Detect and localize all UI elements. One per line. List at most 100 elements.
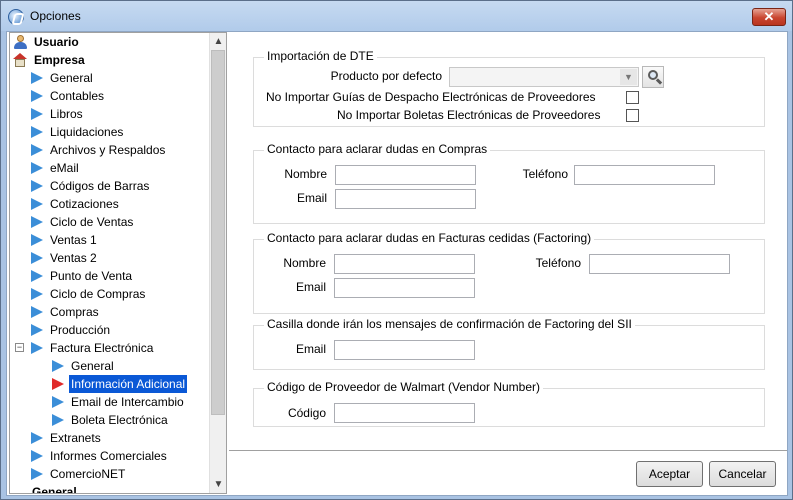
boletas-label: No Importar Boletas Electrónicas de Prov… [337, 108, 601, 122]
factoring-group-title: Contacto para aclarar dudas en Facturas … [264, 231, 595, 245]
tree-item-label: Ventas 2 [50, 251, 97, 265]
walmart-group: Código de Proveedor de Walmart (Vendor N… [253, 380, 765, 427]
producto-search-button[interactable] [642, 66, 664, 88]
compras-nombre-label: Nombre [284, 167, 327, 181]
tree-item-label: Informes Comerciales [50, 449, 167, 463]
close-button[interactable]: ✕ [752, 8, 786, 26]
arrow-right-icon [31, 450, 43, 462]
tree-item-label: General [32, 485, 77, 494]
arrow-right-icon [31, 126, 43, 138]
title-bar[interactable]: Opciones ✕ [1, 1, 792, 31]
tree-item-label: Compras [50, 305, 99, 319]
producto-label: Producto por defecto [330, 69, 442, 83]
arrow-right-icon [31, 216, 43, 228]
casilla-email-input[interactable] [334, 340, 475, 360]
tree-item-label: Factura Electrónica [50, 341, 154, 355]
walmart-codigo-label: Código [287, 406, 326, 420]
options-tree: General ComercioNET Informes Comerciales Ex… [9, 32, 227, 494]
walmart-codigo-input[interactable] [334, 403, 475, 423]
tree-item-label: Punto de Venta [50, 269, 133, 283]
factoring-telefono-input[interactable] [589, 254, 730, 274]
arrow-right-icon [31, 90, 43, 102]
search-icon-handle [655, 78, 663, 85]
window-title: Opciones [30, 9, 81, 23]
compras-telefono-input[interactable] [574, 165, 715, 185]
arrow-right-icon [31, 108, 43, 120]
tree-item-label: Liquidaciones [50, 125, 124, 139]
boletas-checkbox[interactable] [626, 109, 639, 122]
compras-group-title: Contacto para aclarar dudas en Compras [264, 142, 491, 156]
tree-item-label: General [71, 359, 114, 373]
arrow-right-icon [31, 342, 43, 354]
walmart-group-title: Código de Proveedor de Walmart (Vendor N… [264, 380, 544, 394]
factoring-telefono-label: Teléfono [535, 256, 581, 270]
scroll-down-icon[interactable]: ▼ [210, 476, 226, 493]
arrow-right-red-icon [52, 378, 64, 390]
dialog-client: General ComercioNET Informes Comerciales Ex… [6, 31, 788, 496]
tree-item-label: Ventas 1 [50, 233, 97, 247]
tree-item-label: Ciclo de Ventas [50, 215, 134, 229]
casilla-email-label: Email [295, 342, 326, 356]
compras-nombre-input[interactable] [335, 165, 476, 185]
arrow-right-icon [31, 288, 43, 300]
arrow-right-icon [31, 72, 43, 84]
arrow-right-icon [31, 432, 43, 444]
footer-divider [229, 450, 787, 452]
settings-panel: Importación de DTE Producto por defecto … [227, 32, 787, 450]
arrow-right-icon [31, 144, 43, 156]
factoring-email-label: Email [295, 280, 326, 294]
tree-item-label: Cotizaciones [50, 197, 119, 211]
aceptar-button[interactable]: Aceptar [636, 461, 703, 487]
arrow-right-icon [31, 252, 43, 264]
tree-item-label: eMail [50, 161, 79, 175]
tree-item-label: Códigos de Barras [50, 179, 150, 193]
tree-item-label: General [50, 71, 93, 85]
compras-email-label: Email [296, 191, 327, 205]
factoring-email-input[interactable] [334, 278, 475, 298]
casilla-group: Casilla donde irán los mensajes de confi… [253, 317, 765, 370]
app-icon [8, 9, 24, 25]
tree-item-label: Producción [50, 323, 111, 337]
tree-item-label: Boleta Electrónica [71, 413, 168, 427]
arrow-right-icon [52, 360, 64, 372]
casilla-group-title: Casilla donde irán los mensajes de confi… [264, 317, 635, 331]
options-window: Opciones ✕ General ComercioNET Informes Co… [0, 0, 793, 500]
dte-group: Importación de DTE Producto por defecto … [253, 49, 765, 127]
arrow-right-icon [52, 396, 64, 408]
tree-item-label: Extranets [50, 431, 101, 445]
arrow-right-icon [31, 306, 43, 318]
tree-item-label: Empresa [34, 53, 85, 67]
tree-item-label: Información Adicional [69, 375, 188, 393]
tree-scrollbar[interactable]: ▲ ▼ [209, 33, 226, 493]
arrow-right-icon [31, 324, 43, 336]
tree-item-label: Email de Intercambio [71, 395, 184, 409]
arrow-right-icon [31, 468, 43, 480]
scroll-thumb[interactable] [211, 50, 225, 415]
tree-item-label: Contables [50, 89, 105, 103]
guias-checkbox[interactable] [626, 91, 639, 104]
tree-item-label: ComercioNET [50, 467, 126, 481]
factoring-nombre-input[interactable] [334, 254, 475, 274]
user-icon [13, 35, 27, 49]
scroll-up-icon[interactable]: ▲ [210, 33, 226, 50]
cancelar-button[interactable]: Cancelar [709, 461, 776, 487]
chevron-down-icon[interactable]: ▼ [620, 69, 637, 85]
compras-group: Contacto para aclarar dudas en Compras N… [253, 142, 765, 224]
dte-group-title: Importación de DTE [264, 49, 377, 63]
company-icon [13, 53, 28, 67]
tree-item-label: Usuario [34, 35, 79, 49]
tree-item-label: Archivos y Respaldos [50, 143, 166, 157]
tree-item-label: Ciclo de Compras [50, 287, 146, 301]
arrow-right-icon [31, 180, 43, 192]
factoring-nombre-label: Nombre [283, 256, 326, 270]
arrow-right-icon [31, 162, 43, 174]
factoring-group: Contacto para aclarar dudas en Facturas … [253, 231, 765, 314]
compras-email-input[interactable] [335, 189, 476, 209]
collapse-icon[interactable]: − [15, 343, 24, 352]
compras-telefono-label: Teléfono [522, 167, 568, 181]
producto-combo[interactable]: ▼ [449, 67, 639, 87]
guias-label: No Importar Guías de Despacho Electrónic… [266, 90, 596, 104]
arrow-right-icon [31, 198, 43, 210]
tree-item-label: Libros [50, 107, 83, 121]
arrow-right-icon [52, 414, 64, 426]
